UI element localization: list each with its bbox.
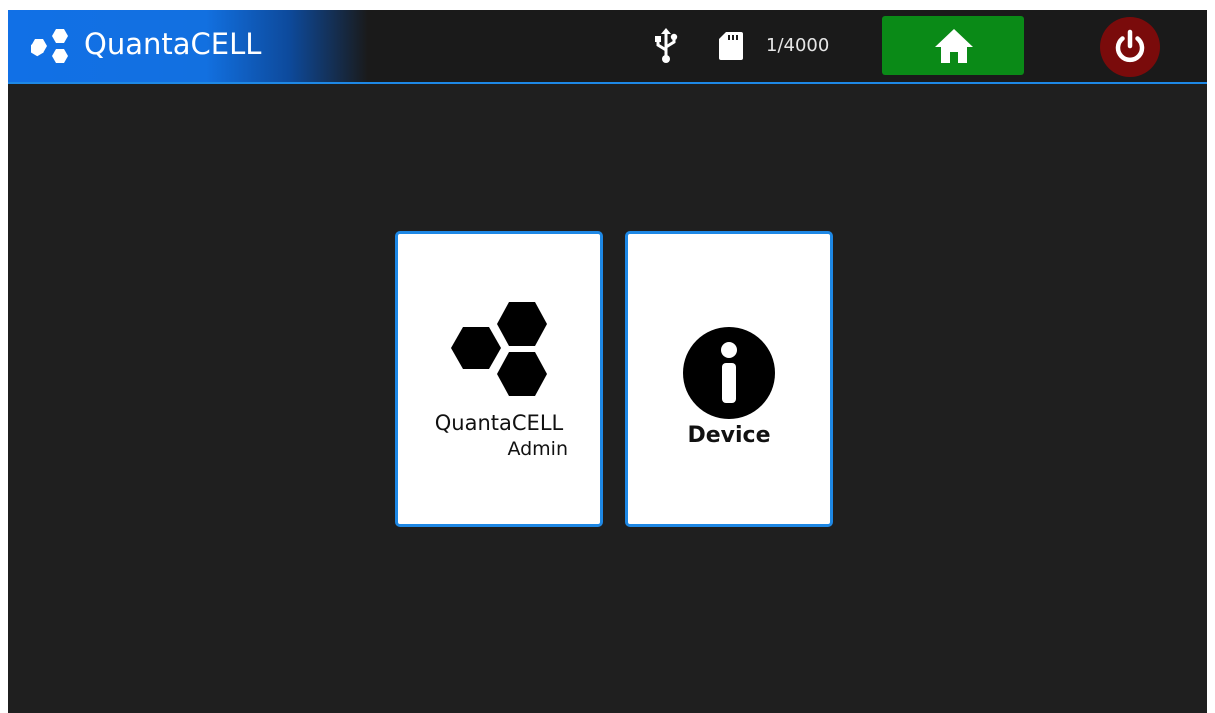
power-icon — [1115, 29, 1145, 63]
quantacell-admin-tile[interactable]: QuantaCELL Admin — [395, 231, 603, 527]
home-button[interactable] — [882, 16, 1024, 75]
device-tile[interactable]: Device — [625, 231, 833, 527]
sd-card-count: 1/4000 — [766, 35, 830, 56]
hexagon-cluster-logo-icon — [31, 29, 68, 63]
hexagon-cluster-icon — [451, 302, 547, 396]
tile-admin-sublabel: Admin — [507, 438, 568, 460]
tile-admin-label: QuantaCELL — [434, 411, 564, 435]
tile-device-label: Device — [687, 423, 771, 448]
usb-icon — [655, 28, 678, 63]
header-divider — [8, 82, 1207, 84]
info-icon — [683, 327, 775, 419]
home-icon — [935, 29, 973, 63]
brand-area: QuantaCELL — [8, 10, 368, 82]
power-button[interactable] — [1100, 17, 1160, 77]
top-bar: QuantaCELL 1/4000 — [8, 10, 1207, 82]
app-title: QuantaCELL — [84, 27, 262, 61]
main-screen: QuantaCELL 1/4000 QuantaCELL Admin Devic… — [8, 10, 1207, 713]
sd-card-icon — [719, 32, 743, 60]
